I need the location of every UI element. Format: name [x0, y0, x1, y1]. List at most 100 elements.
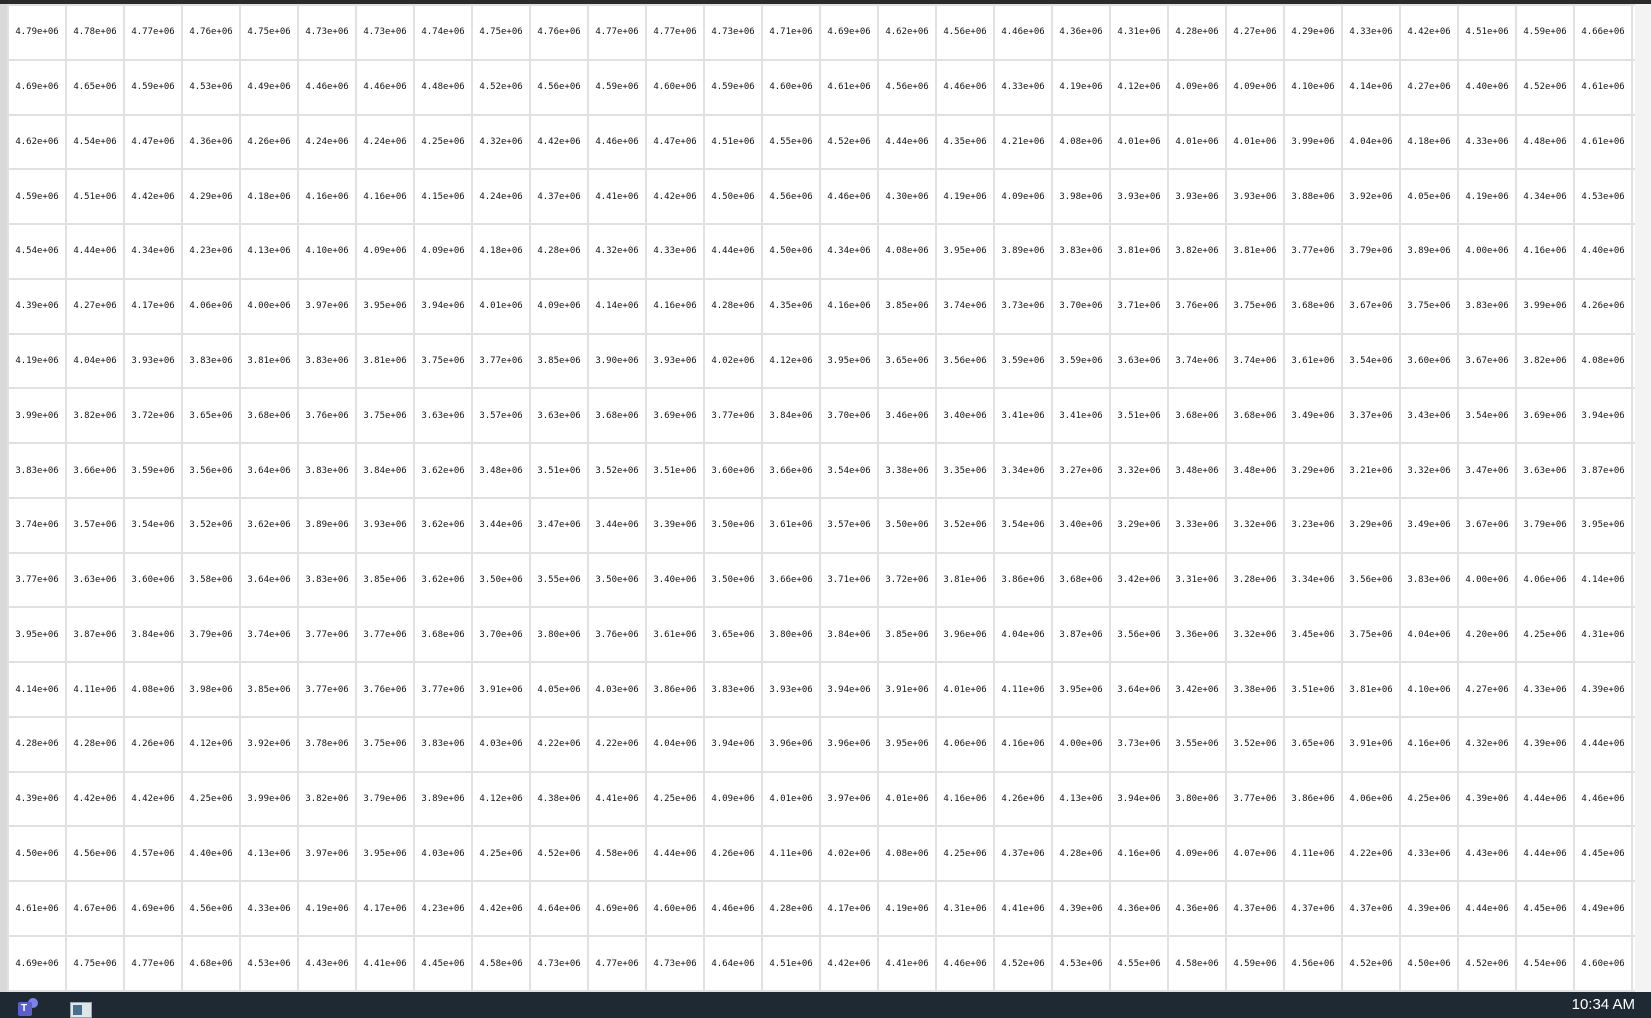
grid-cell[interactable]: 4.03e+06: [587, 661, 647, 718]
grid-cell[interactable]: 3.64e+06: [239, 551, 299, 609]
grid-cell[interactable]: 4.44e+06: [65, 223, 125, 280]
grid-cell[interactable]: 3.85e+06: [239, 661, 299, 718]
grid-cell[interactable]: 4.59e+06: [1515, 4, 1575, 61]
grid-cell[interactable]: 4.56e+06: [1283, 935, 1343, 992]
grid-cell[interactable]: 3.95e+06: [1051, 661, 1111, 718]
grid-cell[interactable]: 3.49e+06: [1399, 496, 1459, 554]
grid-cell[interactable]: 3.29e+06: [1341, 496, 1401, 554]
grid-cell[interactable]: 4.16e+06: [297, 168, 357, 226]
grid-cell[interactable]: 3.81e+06: [1109, 223, 1169, 280]
grid-cell[interactable]: 4.08e+06: [1573, 332, 1633, 390]
grid-cell[interactable]: 3.76e+06: [587, 606, 647, 664]
grid-cell[interactable]: 4.10e+06: [1399, 661, 1459, 718]
grid-cell[interactable]: 4.17e+06: [123, 277, 183, 335]
grid-cell[interactable]: 4.50e+06: [703, 168, 763, 226]
grid-cell[interactable]: 4.76e+06: [181, 4, 241, 61]
grid-cell[interactable]: 3.76e+06: [355, 661, 415, 718]
grid-cell[interactable]: 4.16e+06: [1399, 715, 1459, 773]
grid-cell[interactable]: 3.92e+06: [1341, 168, 1401, 226]
grid-cell[interactable]: 3.48e+06: [1167, 442, 1227, 499]
grid-cell[interactable]: 4.17e+06: [819, 880, 879, 938]
grid-cell[interactable]: 4.19e+06: [7, 332, 67, 390]
teams-icon[interactable]: T: [16, 996, 40, 1018]
grid-cell[interactable]: 4.16e+06: [1109, 825, 1169, 883]
grid-cell[interactable]: 4.33e+06: [1457, 113, 1517, 171]
grid-cell[interactable]: 4.42e+06: [1399, 4, 1459, 61]
grid-cell[interactable]: 3.77e+06: [297, 661, 357, 718]
grid-cell[interactable]: 4.01e+06: [471, 277, 531, 335]
grid-cell[interactable]: 3.93e+06: [761, 661, 821, 718]
grid-cell[interactable]: 4.31e+06: [1109, 4, 1169, 61]
grid-cell[interactable]: 3.42e+06: [1167, 661, 1227, 718]
grid-cell[interactable]: 4.36e+06: [1109, 880, 1169, 938]
grid-cell[interactable]: 3.75e+06: [1399, 277, 1459, 335]
grid-cell[interactable]: 3.47e+06: [1457, 442, 1517, 499]
grid-cell[interactable]: 3.92e+06: [239, 715, 299, 773]
grid-cell[interactable]: 3.95e+06: [355, 277, 415, 335]
grid-cell[interactable]: 3.50e+06: [471, 551, 531, 609]
grid-cell[interactable]: 3.39e+06: [645, 496, 705, 554]
grid-cell[interactable]: 4.34e+06: [123, 223, 183, 280]
grid-cell[interactable]: 4.12e+06: [761, 332, 821, 390]
grid-cell[interactable]: 3.89e+06: [413, 770, 473, 828]
grid-cell[interactable]: 3.87e+06: [1051, 606, 1111, 664]
grid-cell[interactable]: 4.46e+06: [1573, 770, 1633, 828]
grid-cell[interactable]: 4.09e+06: [993, 168, 1053, 226]
grid-cell[interactable]: 3.71e+06: [819, 551, 879, 609]
grid-cell[interactable]: 3.50e+06: [703, 496, 763, 554]
grid-cell[interactable]: 3.51e+06: [1109, 387, 1169, 445]
grid-cell[interactable]: 3.43e+06: [1399, 387, 1459, 445]
grid-cell[interactable]: 3.32e+06: [1225, 496, 1285, 554]
grid-cell[interactable]: 4.08e+06: [877, 825, 937, 883]
grid-cell[interactable]: 4.35e+06: [935, 113, 995, 171]
grid-cell[interactable]: 4.37e+06: [993, 825, 1053, 883]
grid-cell[interactable]: 4.36e+06: [1051, 4, 1111, 61]
grid-cell[interactable]: 4.19e+06: [1051, 58, 1111, 116]
grid-cell[interactable]: 4.12e+06: [181, 715, 241, 773]
grid-cell[interactable]: 3.28e+06: [1225, 551, 1285, 609]
grid-cell[interactable]: 3.55e+06: [1167, 715, 1227, 773]
grid-cell[interactable]: 4.44e+06: [1515, 770, 1575, 828]
grid-cell[interactable]: 4.37e+06: [1283, 880, 1343, 938]
grid-cell[interactable]: 4.52e+06: [819, 113, 879, 171]
grid-cell[interactable]: 3.79e+06: [1341, 223, 1401, 280]
grid-cell[interactable]: 4.58e+06: [1167, 935, 1227, 992]
grid-cell[interactable]: 3.51e+06: [529, 442, 589, 499]
grid-cell[interactable]: 3.93e+06: [355, 496, 415, 554]
grid-cell[interactable]: 4.26e+06: [1573, 277, 1633, 335]
grid-cell[interactable]: 3.94e+06: [703, 715, 763, 773]
grid-cell[interactable]: 3.94e+06: [1109, 770, 1169, 828]
grid-cell[interactable]: 4.49e+06: [239, 58, 299, 116]
grid-cell[interactable]: 3.55e+06: [529, 551, 589, 609]
grid-cell[interactable]: 3.96e+06: [761, 715, 821, 773]
grid-cell[interactable]: 3.54e+06: [993, 496, 1053, 554]
grid-cell[interactable]: 3.29e+06: [1283, 442, 1343, 499]
grid-cell[interactable]: 4.77e+06: [587, 935, 647, 992]
grid-cell[interactable]: 4.56e+06: [761, 168, 821, 226]
grid-cell[interactable]: 3.90e+06: [587, 332, 647, 390]
grid-cell[interactable]: 4.28e+06: [1051, 825, 1111, 883]
grid-cell[interactable]: 4.03e+06: [413, 825, 473, 883]
grid-cell[interactable]: 4.32e+06: [471, 113, 531, 171]
grid-cell[interactable]: 3.73e+06: [1109, 715, 1169, 773]
grid-cell[interactable]: 3.68e+06: [1225, 387, 1285, 445]
grid-cell[interactable]: 3.87e+06: [65, 606, 125, 664]
grid-cell[interactable]: 3.99e+06: [7, 387, 67, 445]
grid-cell[interactable]: 4.55e+06: [1109, 935, 1169, 992]
grid-cell[interactable]: 4.14e+06: [587, 277, 647, 335]
grid-cell[interactable]: 4.58e+06: [587, 825, 647, 883]
grid-cell[interactable]: 4.43e+06: [1457, 825, 1517, 883]
grid-cell[interactable]: 3.67e+06: [1457, 332, 1517, 390]
grid-cell[interactable]: 3.50e+06: [703, 551, 763, 609]
grid-cell[interactable]: 3.46e+06: [877, 387, 937, 445]
grid-cell[interactable]: 3.71e+06: [1109, 277, 1169, 335]
grid-cell[interactable]: 4.53e+06: [1573, 168, 1633, 226]
grid-cell[interactable]: 4.52e+06: [1341, 935, 1401, 992]
grid-cell[interactable]: 4.28e+06: [7, 715, 67, 773]
grid-cell[interactable]: 3.74e+06: [1167, 332, 1227, 390]
grid-cell[interactable]: 3.36e+06: [1167, 606, 1227, 664]
grid-cell[interactable]: 4.77e+06: [123, 4, 183, 61]
grid-cell[interactable]: 3.52e+06: [935, 496, 995, 554]
grid-cell[interactable]: 4.75e+06: [65, 935, 125, 992]
grid-cell[interactable]: 4.26e+06: [993, 770, 1053, 828]
